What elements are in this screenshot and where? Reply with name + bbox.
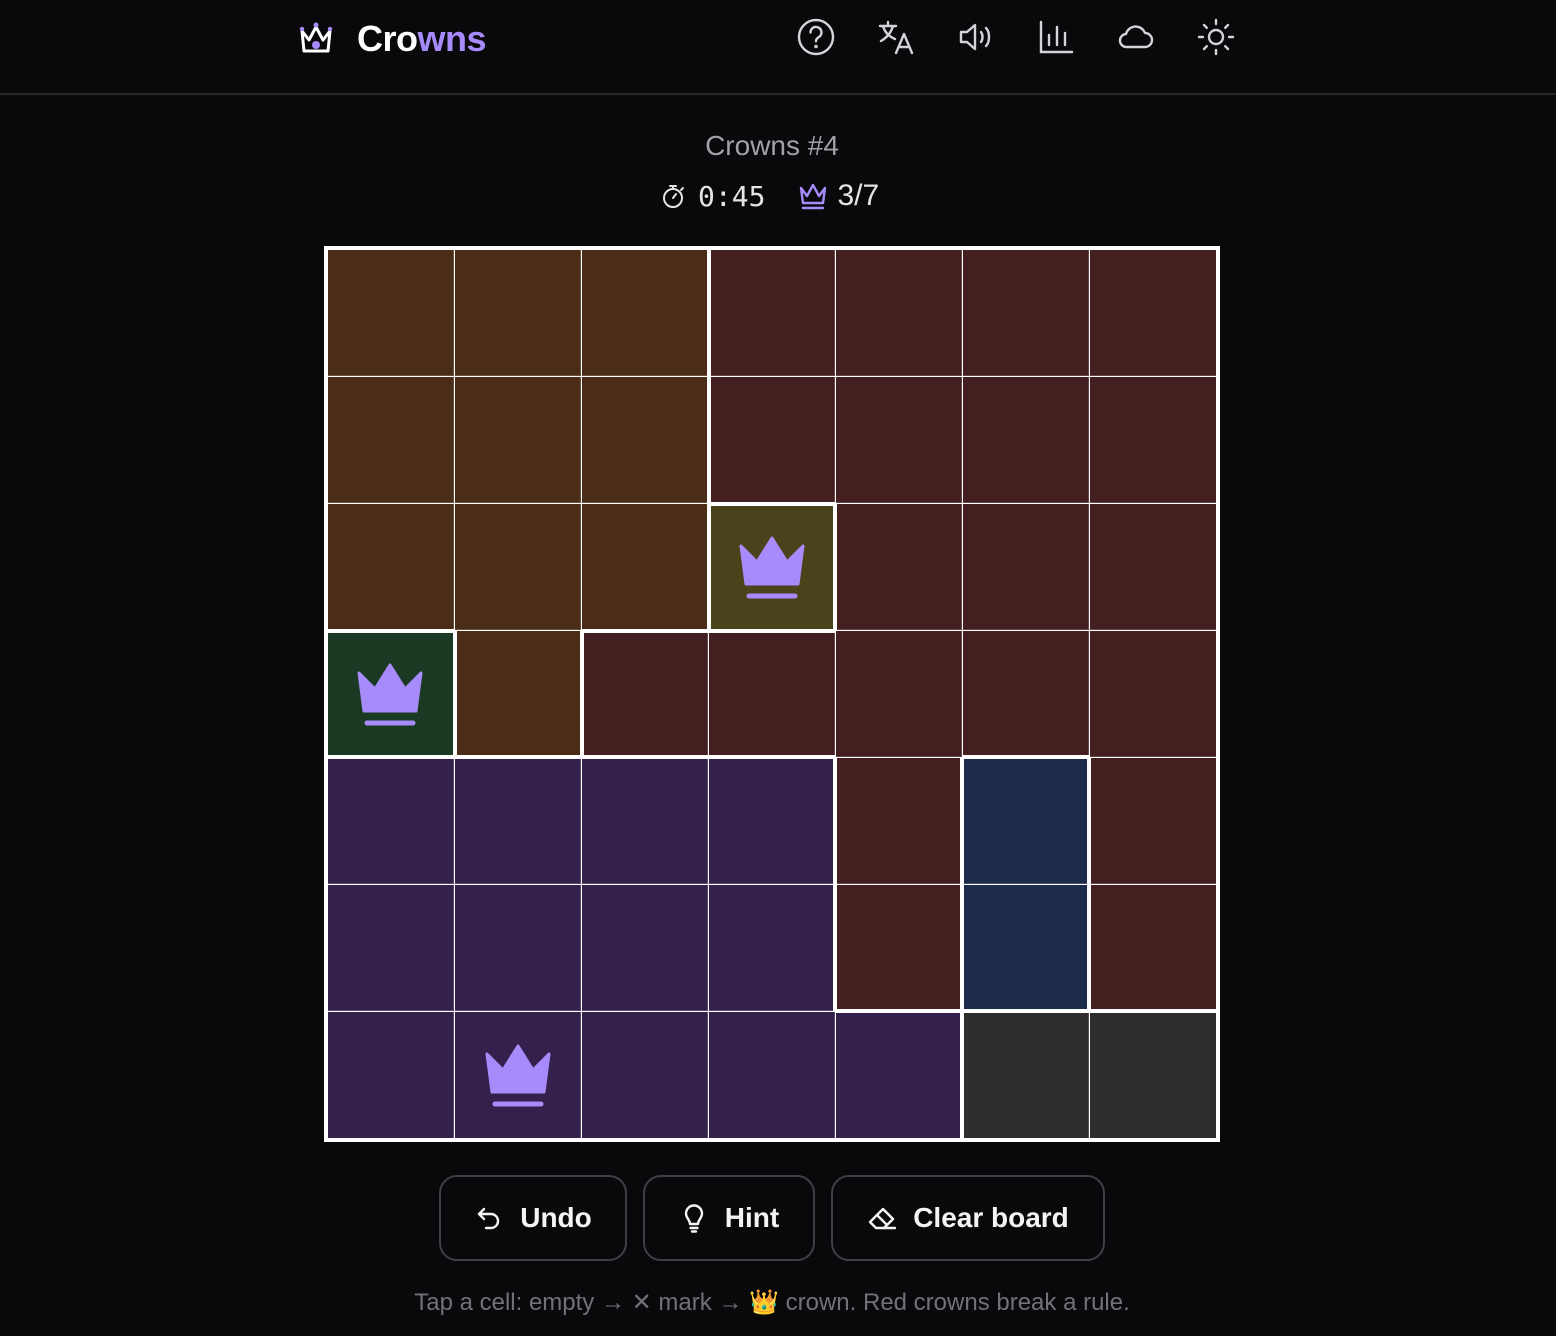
crown-icon bbox=[739, 536, 805, 599]
board-cell[interactable] bbox=[1091, 884, 1216, 1010]
theme-toggle-button[interactable] bbox=[1194, 15, 1238, 59]
board-cell[interactable] bbox=[455, 250, 582, 377]
stats-icon bbox=[1039, 20, 1074, 54]
board-cell[interactable] bbox=[328, 250, 455, 377]
board-cell[interactable] bbox=[710, 250, 835, 377]
crown-counter: 3/7 bbox=[837, 179, 880, 212]
sound-icon bbox=[959, 23, 991, 51]
hint-label: Hint bbox=[724, 1202, 780, 1233]
board-cell[interactable] bbox=[964, 884, 1088, 1010]
board-cell[interactable] bbox=[710, 505, 834, 629]
board-cell[interactable] bbox=[962, 250, 1089, 377]
help-button[interactable] bbox=[794, 15, 838, 59]
board-cell[interactable] bbox=[1091, 757, 1216, 884]
board-cell[interactable] bbox=[456, 631, 580, 756]
board-cell[interactable] bbox=[964, 759, 1088, 884]
board-cell[interactable] bbox=[1089, 377, 1216, 504]
board-cell[interactable] bbox=[835, 631, 962, 757]
hint-button[interactable]: Hint bbox=[643, 1175, 815, 1261]
language-button[interactable] bbox=[874, 15, 918, 59]
board-cell[interactable] bbox=[328, 884, 455, 1011]
clear-board-button[interactable]: Clear board bbox=[831, 1175, 1105, 1261]
board-cell[interactable] bbox=[710, 377, 835, 502]
instructions-text: Tap a cell: empty → ✕ mark → 👑 crown. Re… bbox=[414, 1289, 1130, 1316]
board-cell[interactable] bbox=[582, 377, 707, 504]
board-cell[interactable] bbox=[837, 757, 961, 884]
cloud-sync-button[interactable] bbox=[1114, 15, 1158, 59]
crown-logo-icon bbox=[299, 22, 333, 53]
lightbulb-icon bbox=[684, 1204, 703, 1233]
board-cell[interactable] bbox=[709, 1011, 835, 1138]
crown-icon bbox=[357, 663, 423, 726]
board-cell[interactable] bbox=[582, 884, 709, 1011]
app-title: Crowns bbox=[357, 17, 487, 61]
board-cell[interactable] bbox=[328, 504, 455, 629]
board-cell[interactable] bbox=[962, 504, 1089, 631]
stopwatch-icon bbox=[663, 185, 684, 208]
crown-icon bbox=[800, 183, 827, 210]
cloud-icon bbox=[1118, 25, 1154, 49]
eraser-icon bbox=[868, 1207, 897, 1230]
board-cell[interactable] bbox=[709, 632, 835, 756]
crown-icon bbox=[485, 1044, 551, 1107]
board-cell[interactable] bbox=[455, 1011, 582, 1138]
board-cell[interactable] bbox=[709, 884, 834, 1011]
board-cell[interactable] bbox=[835, 250, 962, 377]
clear-board-label: Clear board bbox=[913, 1202, 1069, 1233]
translate-icon bbox=[878, 20, 914, 55]
sound-button[interactable] bbox=[954, 15, 998, 59]
board-cell[interactable] bbox=[455, 377, 582, 504]
board-cell[interactable] bbox=[455, 759, 582, 884]
board-cell[interactable] bbox=[709, 759, 834, 884]
board-cell[interactable] bbox=[455, 884, 582, 1011]
stats-button[interactable] bbox=[1034, 15, 1078, 59]
app-title-part2: wns bbox=[417, 18, 487, 59]
game-board bbox=[324, 246, 1220, 1142]
board-cell[interactable] bbox=[328, 1011, 455, 1138]
board-cell[interactable] bbox=[583, 632, 709, 756]
brand-logo[interactable]: Crowns bbox=[297, 17, 487, 61]
board-cell[interactable] bbox=[328, 759, 455, 884]
board-cell[interactable] bbox=[582, 759, 709, 884]
board-cell[interactable] bbox=[835, 1013, 961, 1138]
board-cell[interactable] bbox=[1089, 1013, 1216, 1138]
board-cell[interactable] bbox=[1089, 504, 1216, 631]
board-cell[interactable] bbox=[837, 884, 961, 1010]
help-icon bbox=[797, 18, 835, 56]
undo-label: Undo bbox=[520, 1202, 592, 1233]
board-cell[interactable] bbox=[962, 631, 1089, 756]
puzzle-title: Crowns #4 bbox=[705, 130, 839, 161]
undo-button[interactable]: Undo bbox=[439, 1175, 627, 1261]
board-cell[interactable] bbox=[835, 377, 962, 504]
theme-sun-icon bbox=[1197, 18, 1235, 56]
board-cell[interactable] bbox=[964, 1013, 1089, 1138]
board-cell[interactable] bbox=[962, 377, 1089, 504]
timer: 0:45 bbox=[698, 179, 766, 213]
board-cell[interactable] bbox=[582, 1011, 709, 1138]
puzzle-status: 0:45 3/7 bbox=[660, 174, 879, 218]
undo-icon bbox=[478, 1207, 500, 1230]
board-cell[interactable] bbox=[328, 377, 455, 504]
app-title-part1: Cro bbox=[357, 18, 418, 59]
board-cell[interactable] bbox=[582, 504, 707, 629]
board-cell[interactable] bbox=[328, 632, 453, 756]
board-cell[interactable] bbox=[1089, 250, 1216, 377]
board-cell[interactable] bbox=[837, 504, 962, 631]
board-cell[interactable] bbox=[455, 504, 582, 631]
top-bar: Crowns bbox=[0, 0, 1556, 95]
board-cell[interactable] bbox=[582, 250, 707, 377]
board-cell[interactable] bbox=[1089, 631, 1216, 757]
